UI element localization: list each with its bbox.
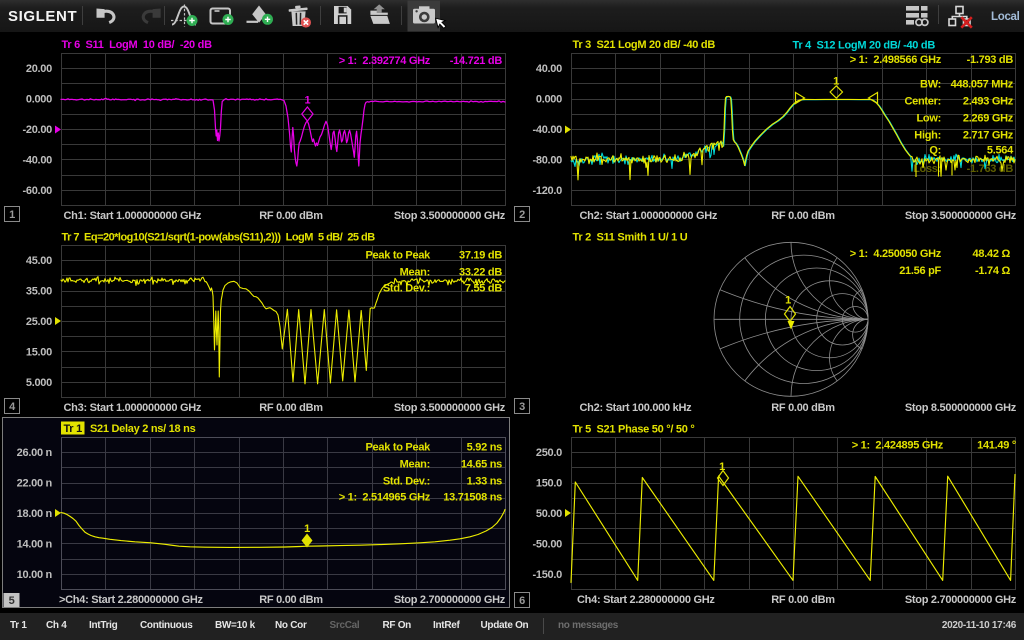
svg-text:48.42 Ω: 48.42 Ω xyxy=(973,248,1011,260)
svg-text:-1.793 dB: -1.793 dB xyxy=(967,54,1014,66)
svg-text:-1.74 Ω: -1.74 Ω xyxy=(975,265,1010,277)
svg-text:5.000: 5.000 xyxy=(26,377,52,389)
svg-text:25.00: 25.00 xyxy=(26,316,52,328)
svg-text:Peak to Peak: Peak to Peak xyxy=(365,442,431,454)
svg-text:RF 0.00 dBm: RF 0.00 dBm xyxy=(259,210,323,222)
svg-text:RF 0.00 dBm: RF 0.00 dBm xyxy=(771,594,835,606)
svg-text:Tr 2 S11 Smith 1 U/ 1 U: Tr 2 S11 Smith 1 U/ 1 U xyxy=(573,232,688,244)
svg-text:-150.0: -150.0 xyxy=(532,569,562,581)
svg-text:Tr 4 S12 LogM 20 dB/ -40 dB: Tr 4 S12 LogM 20 dB/ -40 dB xyxy=(793,40,936,52)
svg-text:-60.00: -60.00 xyxy=(22,185,52,197)
svg-text:2.717 GHz: 2.717 GHz xyxy=(963,130,1014,142)
svg-text:26.00 n: 26.00 n xyxy=(17,447,53,459)
svg-text:>Ch4: Start 2.280000000 GHz: >Ch4: Start 2.280000000 GHz xyxy=(59,594,204,606)
svg-text:Tr 7 Eq=20*log10(S21/sqrt(1-p: Tr 7 Eq=20*log10(S21/sqrt(1-pow(abs(S11)… xyxy=(62,232,376,244)
svg-text:Q:: Q: xyxy=(929,145,941,157)
svg-text:35.00: 35.00 xyxy=(26,286,52,298)
svg-text:Stop 3.500000000 GHz: Stop 3.500000000 GHz xyxy=(905,210,1017,222)
svg-text:Tr 6 S11 LogM 10 dB/ -20 d: Tr 6 S11 LogM 10 dB/ -20 dB xyxy=(62,39,213,51)
svg-text:Center:: Center: xyxy=(904,96,941,108)
svg-text:448.057 MHz: 448.057 MHz xyxy=(951,78,1014,90)
svg-text:Std. Dev.:: Std. Dev.: xyxy=(383,476,430,488)
svg-text:RF 0.00 dBm: RF 0.00 dBm xyxy=(259,594,323,606)
svg-text:> 1: 2.392774 GHz: > 1: 2.392774 GHz xyxy=(339,55,431,67)
svg-text:RF 0.00 dBm: RF 0.00 dBm xyxy=(771,210,835,222)
svg-text:Tr 1: Tr 1 xyxy=(63,423,82,435)
svg-text:Local: Local xyxy=(991,11,1020,23)
svg-text:2.493 GHz: 2.493 GHz xyxy=(963,96,1014,108)
svg-text:18.00 n: 18.00 n xyxy=(17,508,53,520)
svg-text:141.49 °: 141.49 ° xyxy=(977,440,1016,452)
svg-text:22.00 n: 22.00 n xyxy=(17,478,53,490)
svg-text:-50.00: -50.00 xyxy=(532,538,562,550)
svg-text:1: 1 xyxy=(833,76,839,88)
svg-text:0.000: 0.000 xyxy=(536,94,562,106)
svg-text:5.564: 5.564 xyxy=(987,145,1014,157)
svg-text:-40.00: -40.00 xyxy=(532,124,562,136)
svg-text:Stop 3.500000000 GHz: Stop 3.500000000 GHz xyxy=(394,402,506,414)
svg-text:40.00: 40.00 xyxy=(536,63,562,75)
svg-text:10.00 n: 10.00 n xyxy=(17,569,53,581)
svg-text:1: 1 xyxy=(785,295,791,307)
svg-text:BW:: BW: xyxy=(920,78,941,90)
svg-text:2.269 GHz: 2.269 GHz xyxy=(963,113,1014,125)
svg-text:2: 2 xyxy=(519,209,525,221)
svg-text:Ch1: Start 1.000000000 GHz: Ch1: Start 1.000000000 GHz xyxy=(64,210,202,222)
svg-text:1.33 ns: 1.33 ns xyxy=(467,476,503,488)
svg-text:15.00: 15.00 xyxy=(26,346,52,358)
svg-text:SIGLENT: SIGLENT xyxy=(8,8,77,25)
svg-text:Stop 3.500000000 GHz: Stop 3.500000000 GHz xyxy=(394,210,506,222)
svg-text:-80.00: -80.00 xyxy=(532,154,562,166)
svg-text:1: 1 xyxy=(9,209,15,221)
svg-text:-1.763 dB: -1.763 dB xyxy=(967,163,1014,175)
svg-text:Stop 2.700000000 GHz: Stop 2.700000000 GHz xyxy=(905,594,1017,606)
svg-text:Ch2: Start 1.000000000 GHz: Ch2: Start 1.000000000 GHz xyxy=(580,210,718,222)
svg-text:> 1: 4.250050 GHz: > 1: 4.250050 GHz xyxy=(850,248,942,260)
svg-text:Ch2: Start 100.000 kHz: Ch2: Start 100.000 kHz xyxy=(580,402,693,414)
svg-text:45.00: 45.00 xyxy=(26,255,52,267)
svg-text:RF 0.00 dBm: RF 0.00 dBm xyxy=(259,402,323,414)
svg-text:37.19 dB: 37.19 dB xyxy=(459,250,502,262)
svg-text:Tr 3 S21 LogM 20 dB/ -40 dB: Tr 3 S21 LogM 20 dB/ -40 dB xyxy=(573,39,716,51)
svg-text:150.0: 150.0 xyxy=(536,478,562,490)
svg-text:3: 3 xyxy=(519,401,525,413)
svg-text:RF 0.00 dBm: RF 0.00 dBm xyxy=(771,402,835,414)
svg-text:13.71508 ns: 13.71508 ns xyxy=(443,492,502,504)
svg-text:Tr 5 S21 Phase 50 °/ 50 °: Tr 5 S21 Phase 50 °/ 50 ° xyxy=(573,424,695,436)
svg-text:Low:: Low: xyxy=(916,113,941,125)
svg-text:20.00: 20.00 xyxy=(26,63,52,75)
svg-text:-14.721 dB: -14.721 dB xyxy=(450,55,503,67)
svg-text:> 1: 2.514965 GHz: > 1: 2.514965 GHz xyxy=(339,492,431,504)
svg-text:S21 Delay 2 ns/ 18 ns: S21 Delay 2 ns/ 18 ns xyxy=(90,423,196,435)
svg-text:5.92 ns: 5.92 ns xyxy=(467,442,503,454)
svg-text:50.00: 50.00 xyxy=(536,508,562,520)
svg-text:Mean:: Mean: xyxy=(400,459,430,471)
svg-text:5: 5 xyxy=(9,595,15,607)
svg-text:Peak to Peak: Peak to Peak xyxy=(365,250,431,262)
svg-text:7.55 dB: 7.55 dB xyxy=(465,283,503,295)
svg-text:Ch3: Start 1.000000000 GHz: Ch3: Start 1.000000000 GHz xyxy=(64,402,202,414)
svg-text:250.0: 250.0 xyxy=(536,447,562,459)
svg-text:0.000: 0.000 xyxy=(26,94,52,106)
svg-text:-120.0: -120.0 xyxy=(532,185,562,197)
svg-text:6: 6 xyxy=(519,595,525,607)
svg-text:14.65 ns: 14.65 ns xyxy=(461,459,502,471)
svg-text:Ch4: Start 2.280000000 GHz: Ch4: Start 2.280000000 GHz xyxy=(577,594,715,606)
svg-text:-40.00: -40.00 xyxy=(22,154,52,166)
svg-text:> 1: 2.498566 GHz: > 1: 2.498566 GHz xyxy=(850,54,942,66)
svg-text:> 1: 2.424895 GHz: > 1: 2.424895 GHz xyxy=(852,440,944,452)
svg-text:Stop 8.500000000 GHz: Stop 8.500000000 GHz xyxy=(905,402,1017,414)
svg-text:-20.00: -20.00 xyxy=(22,124,52,136)
svg-text:1: 1 xyxy=(719,461,725,473)
svg-text:Stop 2.700000000 GHz: Stop 2.700000000 GHz xyxy=(394,594,506,606)
svg-text:14.00 n: 14.00 n xyxy=(17,538,53,550)
svg-text:21.56 pF: 21.56 pF xyxy=(899,265,941,277)
svg-text:1: 1 xyxy=(304,95,310,107)
svg-text:High:: High: xyxy=(914,130,941,142)
svg-text:33.22 dB: 33.22 dB xyxy=(459,267,502,279)
svg-text:1: 1 xyxy=(304,523,310,535)
svg-text:Mean:: Mean: xyxy=(400,267,430,279)
